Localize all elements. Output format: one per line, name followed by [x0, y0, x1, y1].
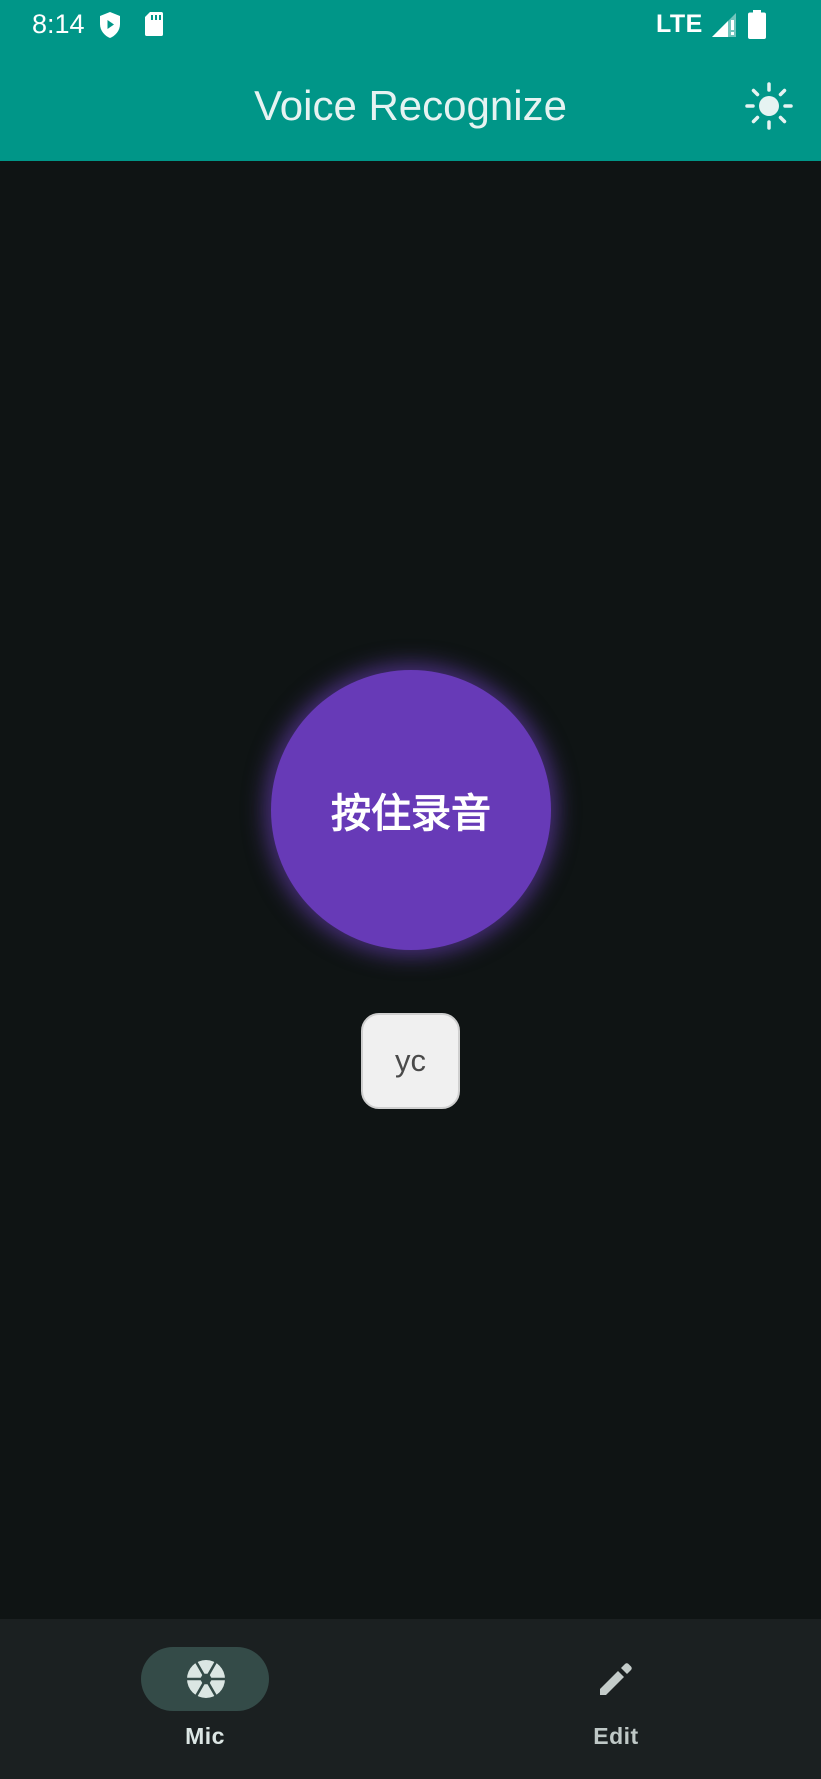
- signal-icon: [712, 13, 736, 37]
- pencil-icon: [600, 1663, 632, 1695]
- page-title: Voice Recognize: [254, 82, 567, 129]
- nav-label-edit: Edit: [593, 1723, 639, 1749]
- brightness-icon[interactable]: [745, 82, 793, 130]
- sd-card-icon: [145, 12, 163, 36]
- bottom-navigation: Mic Edit: [0, 1619, 821, 1779]
- status-bar: 8:14 LTE: [0, 0, 821, 50]
- app-bar: Voice Recognize: [0, 50, 821, 161]
- nav-item-edit[interactable]: Edit: [411, 1619, 821, 1779]
- record-button[interactable]: 按住录音: [271, 670, 551, 950]
- nav-label-mic: Mic: [185, 1723, 225, 1749]
- camera-aperture-icon: [186, 1660, 226, 1698]
- network-type: LTE: [656, 10, 703, 38]
- nav-item-mic[interactable]: Mic: [0, 1619, 410, 1779]
- main-content: 按住录音 yc: [0, 161, 821, 1619]
- status-time: 8:14: [32, 9, 85, 39]
- battery-icon: [748, 10, 766, 39]
- shield-play-icon: [100, 12, 120, 38]
- user-chip[interactable]: yc: [361, 1013, 460, 1109]
